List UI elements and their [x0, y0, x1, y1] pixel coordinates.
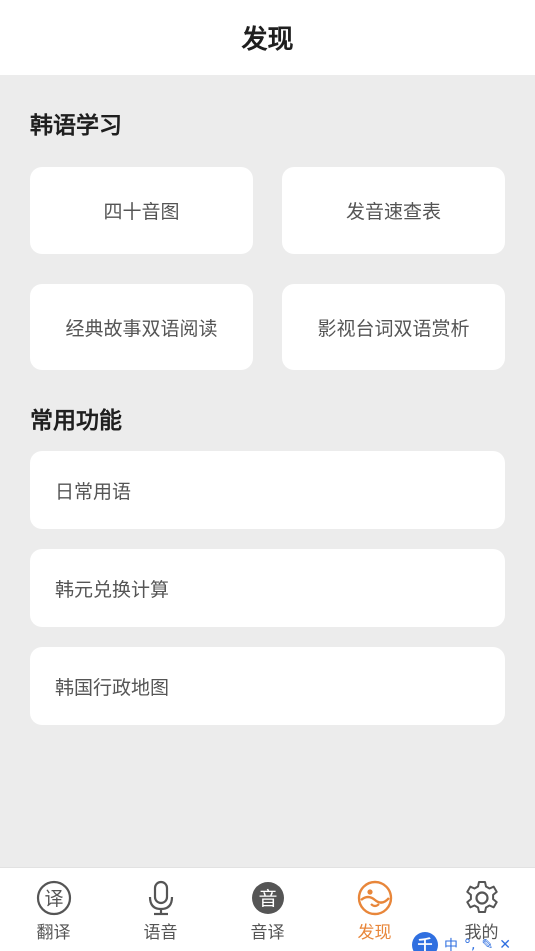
card-pronunciation-table[interactable]: 发音速查表 [282, 167, 505, 254]
card-forty-sounds[interactable]: 四十音图 [30, 167, 253, 254]
tab-translate[interactable]: 译 翻译 [0, 868, 107, 951]
transliterate-icon: 音 [251, 882, 284, 914]
card-label: 经典故事双语阅读 [65, 317, 218, 340]
list-item-won-exchange[interactable]: 韩元兑换计算 [30, 549, 505, 627]
gear-icon [465, 881, 498, 913]
list-item-label: 日常用语 [55, 480, 132, 503]
section-title-common-functions: 常用功能 [30, 408, 122, 434]
page-title: 发现 [241, 25, 294, 55]
list-item-label: 韩元兑换计算 [55, 578, 170, 601]
card-label: 影视台词双语赏析 [317, 317, 470, 340]
section-title-korean-study: 韩语学习 [30, 113, 122, 139]
header: 发现 [0, 0, 535, 75]
card-bilingual-stories[interactable]: 经典故事双语阅读 [30, 284, 253, 370]
tab-label: 发现 [357, 923, 392, 943]
card-label: 四十音图 [103, 201, 180, 223]
transliterate-icon-glyph: 音 [258, 888, 277, 910]
ime-close-icon[interactable]: ✕ [499, 937, 511, 951]
ime-toolbar: 千 中 °, ✎ ✕ [412, 930, 535, 951]
card-label: 发音速查表 [345, 201, 441, 223]
tab-label: 翻译 [36, 923, 71, 943]
tab-label: 音译 [250, 923, 285, 943]
tab-label: 语音 [143, 923, 178, 943]
list-item-label: 韩国行政地图 [55, 676, 170, 699]
tab-transliterate[interactable]: 音 音译 [214, 868, 321, 951]
discover-icon [357, 880, 392, 916]
list-item-korea-map[interactable]: 韩国行政地图 [30, 647, 505, 725]
translate-icon: 译 [36, 880, 71, 916]
tab-voice[interactable]: 语音 [107, 868, 214, 951]
microphone-icon [148, 880, 173, 916]
translate-icon-glyph: 译 [44, 888, 63, 910]
ime-punctuation-icon[interactable]: °, [464, 937, 475, 951]
card-drama-lines[interactable]: 影视台词双语赏析 [282, 284, 505, 370]
ime-pen-icon[interactable]: ✎ [481, 937, 493, 951]
ime-logo-icon[interactable]: 千 [412, 931, 438, 951]
ime-mode-toggle[interactable]: 中 [444, 935, 458, 951]
app-root: 发现 韩语学习 四十音图 发音速查表 经典故事双语阅读 影视台词双语赏析 常用功… [0, 0, 535, 951]
list-item-daily-phrases[interactable]: 日常用语 [30, 451, 505, 529]
